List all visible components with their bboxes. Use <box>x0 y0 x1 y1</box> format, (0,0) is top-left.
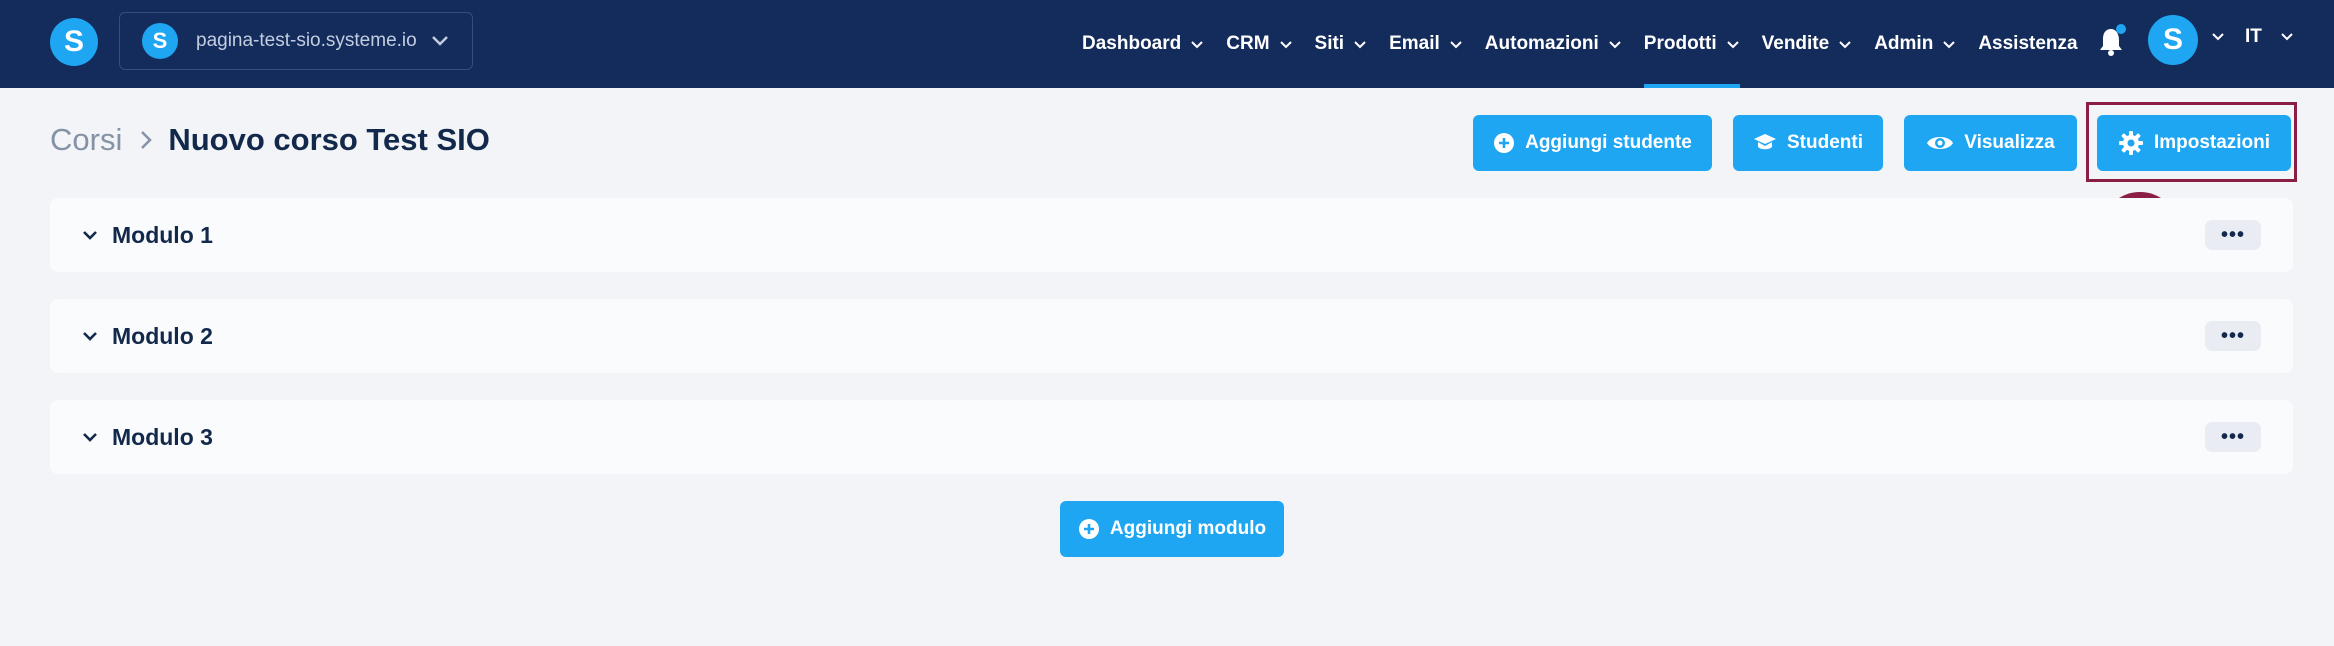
chevron-down-icon <box>1191 40 1203 48</box>
nav-label: Admin <box>1874 33 1934 54</box>
chevron-down-icon <box>1943 40 1956 48</box>
plus-circle-icon <box>1078 519 1099 539</box>
nav-item-prodotti[interactable]: Prodotti <box>1643 0 1740 88</box>
nav-item-assistenza[interactable]: Assistenza <box>1978 0 2077 88</box>
workspace-selector[interactable]: S pagina-test-sio.systeme.io <box>119 12 473 70</box>
chevron-down-icon[interactable] <box>82 331 98 342</box>
chevron-down-icon <box>1450 40 1462 48</box>
chevron-down-icon[interactable] <box>82 432 98 443</box>
workspace-logo: S <box>142 23 178 59</box>
add-student-label: Aggiungi studente <box>1525 132 1692 153</box>
add-student-button[interactable]: Aggiungi studente <box>1473 115 1712 171</box>
nav-item-crm[interactable]: CRM <box>1226 0 1292 88</box>
nav-label: Siti <box>1314 33 1345 54</box>
top-navbar: S S pagina-test-sio.systeme.io Dashboard… <box>0 0 2334 88</box>
eye-icon <box>1927 137 1954 149</box>
more-options-button[interactable]: ••• <box>2205 220 2261 250</box>
main-nav: Dashboard CRM Siti Email Automazioni Pro… <box>1082 0 2100 88</box>
module-row[interactable]: Modulo 2 ••• <box>50 299 2293 373</box>
chevron-down-icon <box>1279 40 1292 48</box>
students-button[interactable]: Studenti <box>1733 115 1883 171</box>
module-row[interactable]: Modulo 3 ••• <box>50 400 2293 474</box>
graduation-cap-icon <box>1754 134 1776 150</box>
breadcrumb-link-corsi[interactable]: Corsi <box>50 122 122 158</box>
chevron-down-icon <box>1609 40 1621 48</box>
nav-label: CRM <box>1226 33 1270 54</box>
language-selector[interactable]: IT <box>2245 26 2262 48</box>
more-options-button[interactable]: ••• <box>2205 422 2261 452</box>
view-label: Visualizza <box>1964 132 2055 153</box>
user-avatar[interactable]: S <box>2148 15 2198 65</box>
nav-label: Dashboard <box>1082 33 1182 54</box>
view-button[interactable]: Visualizza <box>1904 115 2077 171</box>
chevron-down-icon[interactable] <box>82 230 98 241</box>
chevron-right-icon <box>141 131 153 149</box>
nav-label: Prodotti <box>1643 33 1717 54</box>
breadcrumb: Corsi Nuovo corso Test SIO <box>50 122 490 158</box>
module-title: Modulo 1 <box>112 221 213 248</box>
add-module-button[interactable]: Aggiungi modulo <box>1060 501 1284 557</box>
nav-item-vendite[interactable]: Vendite <box>1762 0 1853 88</box>
nav-item-automazioni[interactable]: Automazioni <box>1485 0 1622 88</box>
chevron-down-icon <box>1726 40 1739 48</box>
nav-label: Email <box>1389 33 1440 54</box>
add-module-label: Aggiungi modulo <box>1109 518 1267 539</box>
nav-item-dashboard[interactable]: Dashboard <box>1082 0 1204 88</box>
nav-item-admin[interactable]: Admin <box>1874 0 1956 88</box>
more-options-button[interactable]: ••• <box>2205 321 2261 351</box>
module-title: Modulo 2 <box>112 322 213 349</box>
bell-icon[interactable] <box>2097 24 2129 58</box>
students-label: Studenti <box>1787 132 1863 153</box>
chevron-down-icon <box>1354 40 1366 48</box>
page-title: Nuovo corso Test SIO <box>168 122 490 157</box>
nav-label: Automazioni <box>1484 33 1599 54</box>
nav-label: Assistenza <box>1978 33 2078 54</box>
chevron-down-icon[interactable] <box>2211 32 2225 41</box>
module-row[interactable]: Modulo 1 ••• <box>50 198 2293 272</box>
notification-dot <box>2116 24 2126 34</box>
brand-logo[interactable]: S <box>50 18 98 66</box>
plus-circle-icon <box>1494 133 1515 153</box>
nav-item-siti[interactable]: Siti <box>1315 0 1368 88</box>
chevron-down-icon <box>1839 40 1851 48</box>
chevron-down-icon <box>431 36 448 46</box>
chevron-down-icon[interactable] <box>2280 32 2294 41</box>
workspace-name: pagina-test-sio.systeme.io <box>196 30 417 51</box>
nav-item-email[interactable]: Email <box>1389 0 1463 88</box>
nav-label: Vendite <box>1761 33 1830 54</box>
annotation-highlight-box <box>2086 102 2297 182</box>
module-title: Modulo 3 <box>112 423 213 450</box>
